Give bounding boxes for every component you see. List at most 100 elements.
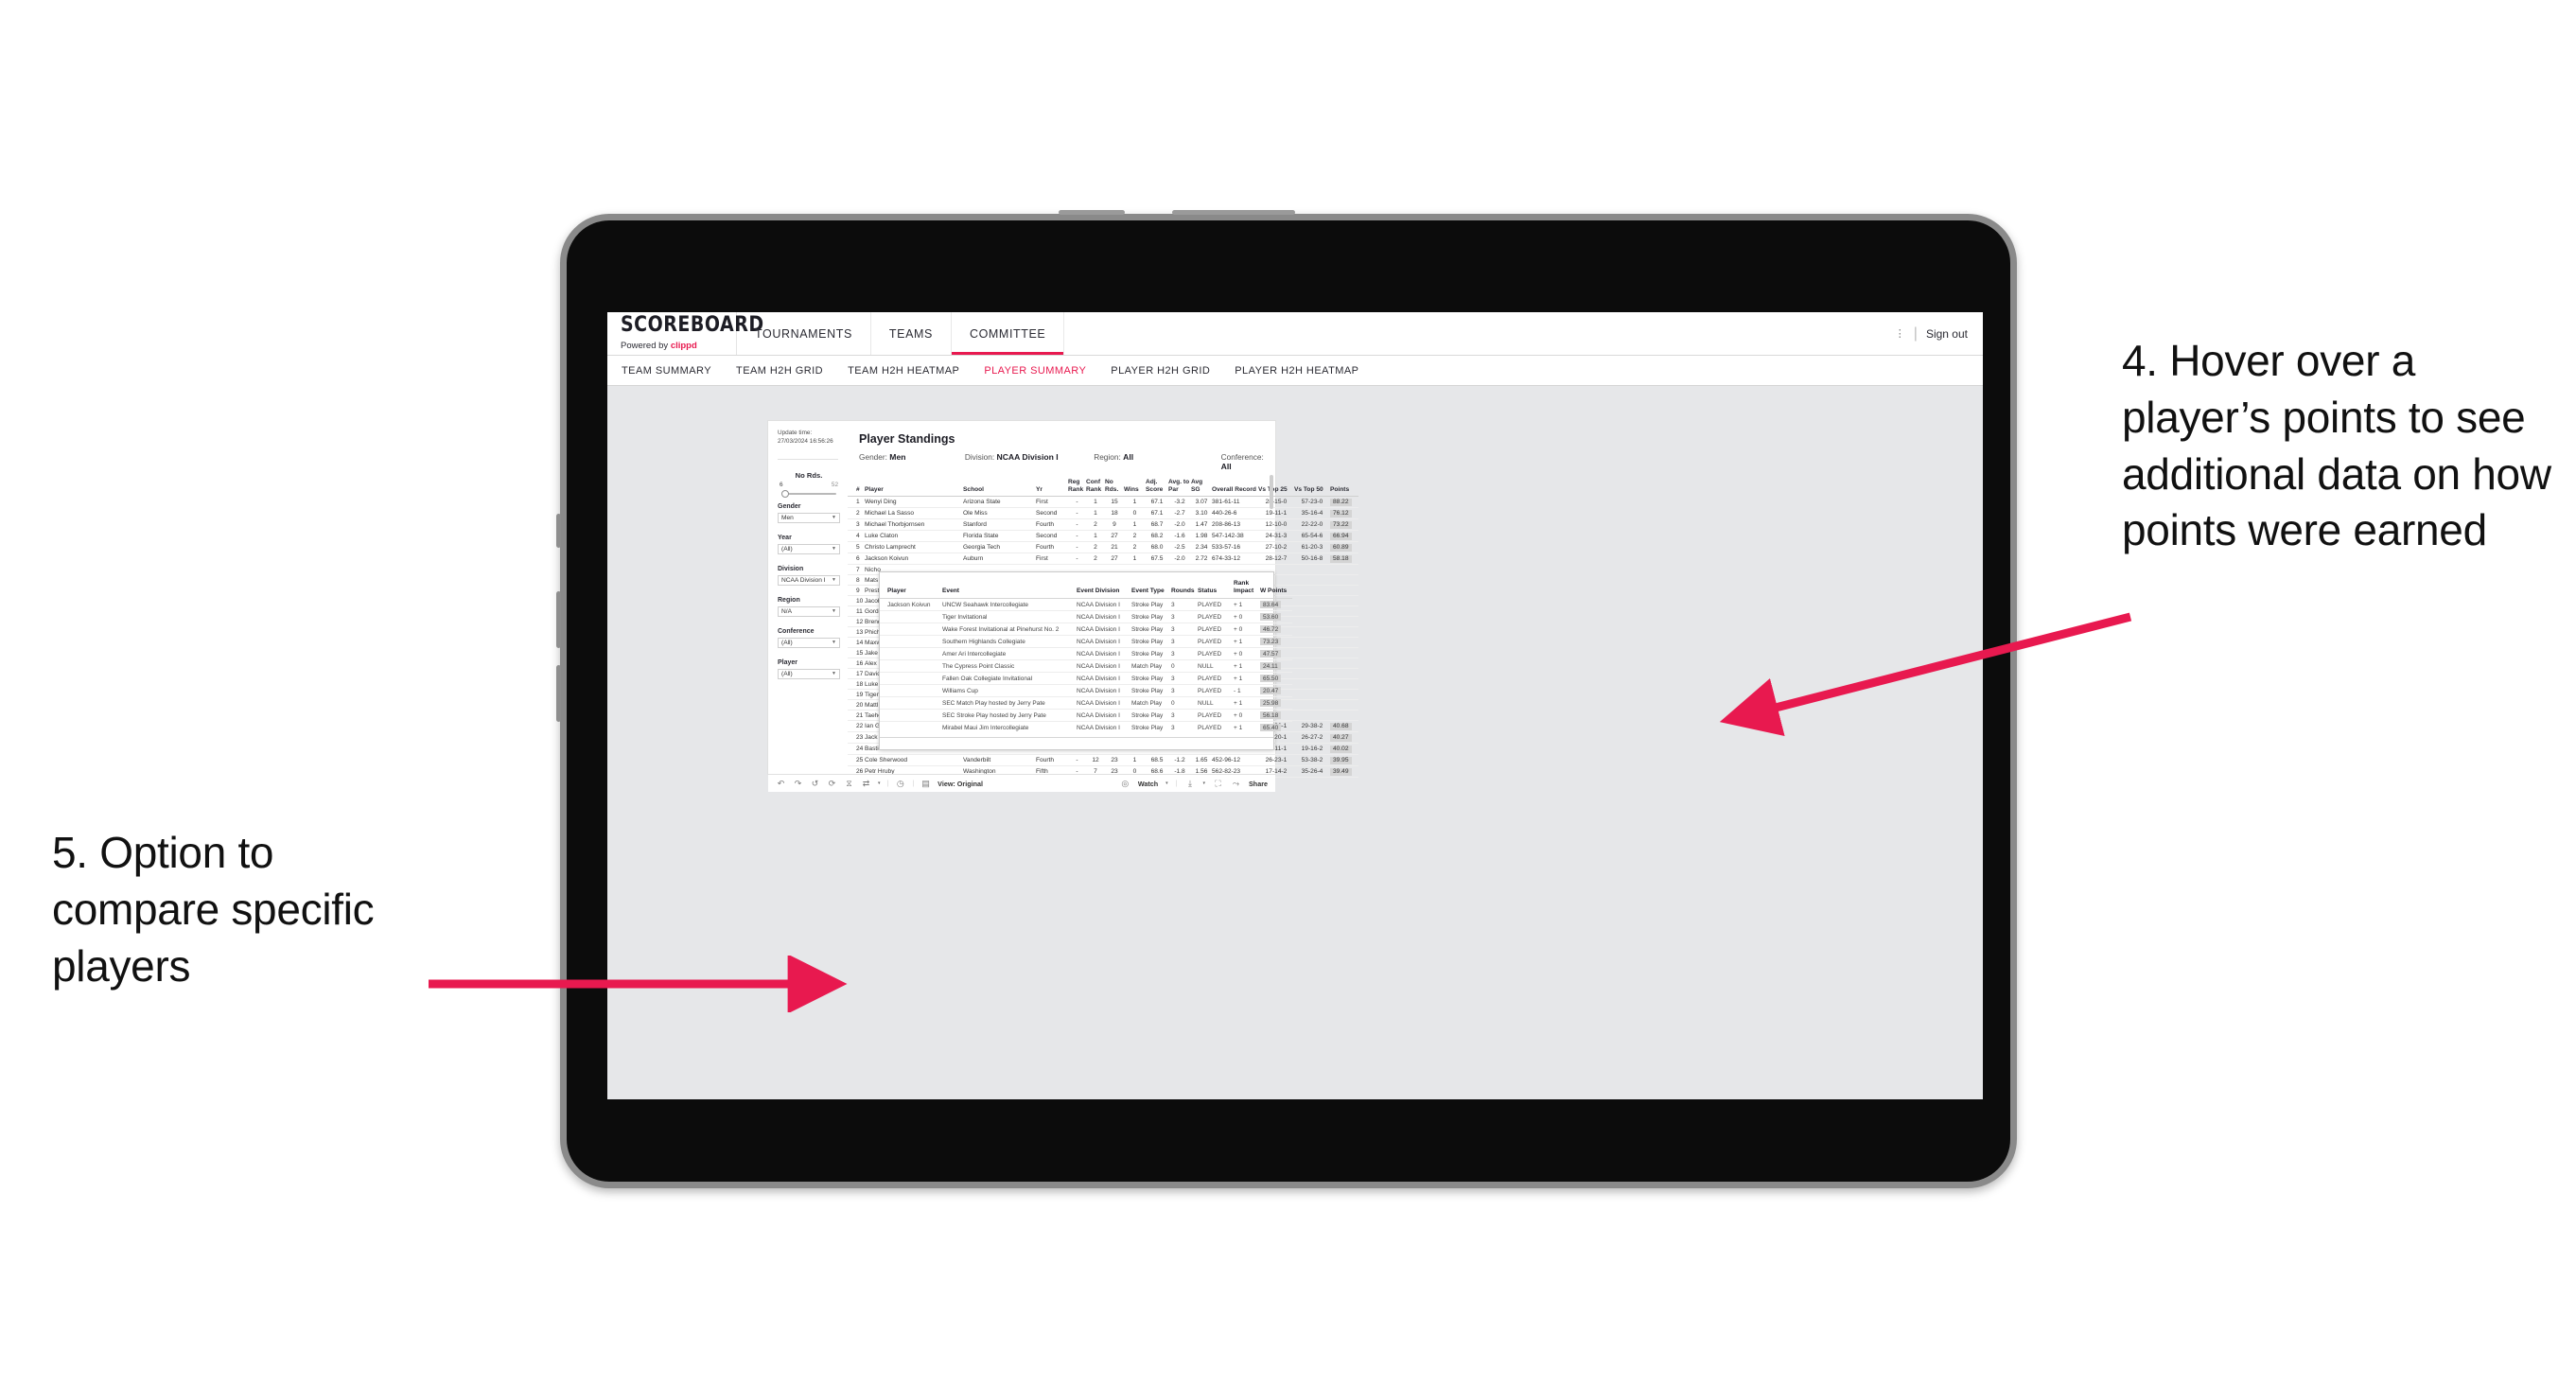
nav-committee[interactable]: COMMITTEE xyxy=(951,312,1065,355)
cell-conf: 2 xyxy=(1086,553,1105,566)
slider-track[interactable] xyxy=(781,489,836,498)
tooltip-cell-event-division: NCAA Division I xyxy=(1077,610,1131,624)
revert-icon[interactable]: ↺ xyxy=(810,779,820,789)
cell-player: Michael Thorbjornsen xyxy=(865,518,963,532)
standings-header-row: # Player School Yr Reg Rank Conf Rank No… xyxy=(848,479,1358,498)
col-wins[interactable]: Wins xyxy=(1124,479,1146,498)
chevron-down-icon[interactable]: ▾ xyxy=(878,781,881,786)
cell-n: 15 xyxy=(848,647,865,659)
points-value[interactable]: 39.95 xyxy=(1330,756,1352,764)
points-value[interactable]: 40.02 xyxy=(1330,745,1352,753)
tab-team-summary[interactable]: TEAM SUMMARY xyxy=(622,365,724,377)
watch-label[interactable]: Watch xyxy=(1138,780,1158,788)
points-value[interactable]: 40.68 xyxy=(1330,722,1352,730)
clock-icon[interactable]: ◷ xyxy=(895,779,905,789)
col-points[interactable]: Points xyxy=(1330,479,1358,498)
filter-gender-select[interactable]: Men ▼ xyxy=(778,512,840,523)
cell-t25: 19-11-1 xyxy=(1258,507,1294,520)
col-rank[interactable]: # xyxy=(848,479,865,498)
tooltip-cell-event: SEC Stroke Play hosted by Jerry Pate xyxy=(942,709,1077,723)
vertical-scrollbar[interactable] xyxy=(1270,475,1273,509)
chevron-down-icon[interactable]: ▾ xyxy=(1203,781,1206,786)
points-value[interactable]: 88.22 xyxy=(1330,498,1352,506)
table-row[interactable]: 4 Luke Claton Florida State Second -1 27 2 68.2… xyxy=(848,530,1358,543)
slider-handle[interactable] xyxy=(781,489,789,498)
col-vs-top-25[interactable]: Vs Top 25 xyxy=(1258,479,1294,498)
nav-teams[interactable]: TEAMS xyxy=(871,312,952,355)
filter-year-select[interactable]: (All) ▼ xyxy=(778,543,840,554)
tab-player-summary[interactable]: PLAYER SUMMARY xyxy=(984,365,1098,377)
table-row[interactable]: 6 Jackson Koivun Auburn First -2 27 1 67.5 -2.0 2… xyxy=(848,553,1358,566)
col-no-rds[interactable]: No Rds. xyxy=(1105,479,1124,498)
tooltip-cell-rank-impact: + 0 xyxy=(1234,623,1260,637)
refresh-icon[interactable]: ⟳ xyxy=(827,779,837,789)
arrow-left-annotation xyxy=(429,956,848,1012)
col-overall-record[interactable]: Overall Record xyxy=(1212,479,1258,498)
watch-icon[interactable]: ◎ xyxy=(1120,779,1130,789)
cell-n: 9 xyxy=(848,585,865,597)
share-icon[interactable]: ⤳ xyxy=(1231,779,1241,789)
col-adj-score[interactable]: Adj. Score xyxy=(1146,479,1168,498)
view-icon[interactable]: ▤ xyxy=(920,779,931,789)
device-button-volume-up xyxy=(556,591,561,648)
cell-player: Luke Claton xyxy=(865,530,963,543)
col-reg-rank[interactable]: Reg Rank xyxy=(1068,479,1086,498)
col-conf-rank[interactable]: Conf Rank xyxy=(1086,479,1105,498)
more-options-icon[interactable]: ⋮ xyxy=(1895,327,1905,340)
brand-logo[interactable]: SCOREBOARD Powered by clippd xyxy=(607,312,763,355)
filter-conference-select[interactable]: (All) ▼ xyxy=(778,637,840,648)
col-avg-sg[interactable]: Avg SG xyxy=(1191,479,1212,498)
cell-t50 xyxy=(1294,710,1330,722)
table-row[interactable]: 2 Michael La Sasso Ole Miss Second -1 18 0 67.1… xyxy=(848,507,1358,520)
tooltip-cell-status: PLAYED xyxy=(1198,684,1234,698)
cell-pts xyxy=(1330,668,1358,680)
tooltip-body: Jackson Koivun UNCW Seahawk Intercollegia… xyxy=(880,598,1292,734)
points-value[interactable]: 73.22 xyxy=(1330,520,1352,529)
sign-out-link[interactable]: Sign out xyxy=(1926,327,1968,341)
tab-team-h2h-grid[interactable]: TEAM H2H GRID xyxy=(736,365,835,377)
points-value[interactable]: 58.18 xyxy=(1330,554,1352,563)
col-player[interactable]: Player xyxy=(865,479,963,498)
points-value[interactable]: 39.49 xyxy=(1330,767,1352,776)
w-points-value: 73.23 xyxy=(1260,638,1282,646)
w-points-value: 24.11 xyxy=(1260,662,1281,671)
filters-divider xyxy=(778,458,838,460)
filter-division-select[interactable]: NCAA Division I ▼ xyxy=(778,574,840,586)
points-value[interactable]: 40.27 xyxy=(1330,733,1352,742)
table-row[interactable]: 1 Wenyi Ding Arizona State First -1 15 1 67.1 -3… xyxy=(848,496,1358,509)
cell-par: -1.2 xyxy=(1168,754,1191,767)
chevron-down-icon[interactable]: ▾ xyxy=(1165,781,1168,786)
nav-tournaments[interactable]: TOURNAMENTS xyxy=(737,312,871,355)
swap-icon[interactable]: ⇄ xyxy=(861,779,871,789)
subtitle-division-value: NCAA Division I xyxy=(996,452,1059,462)
tooltip-cell-rank-impact: + 1 xyxy=(1234,635,1260,649)
filter-region-select[interactable]: N/A ▼ xyxy=(778,605,840,617)
filter-player-select[interactable]: (All) ▼ xyxy=(778,668,840,679)
undo-icon[interactable]: ↶ xyxy=(776,779,786,789)
points-value[interactable]: 66.94 xyxy=(1330,532,1352,540)
tab-team-h2h-heatmap[interactable]: TEAM H2H HEATMAP xyxy=(848,365,972,377)
download-icon[interactable]: ⤓ xyxy=(1185,779,1196,789)
col-yr[interactable]: Yr xyxy=(1036,479,1068,498)
col-avg-par[interactable]: Avg. to Par xyxy=(1168,479,1191,498)
table-row[interactable]: 3 Michael Thorbjornsen Stanford Fourth -2 9 1 6… xyxy=(848,518,1358,532)
table-row[interactable]: 5 Christo Lamprecht Georgia Tech Fourth -2 21… xyxy=(848,541,1358,554)
cell-t50 xyxy=(1294,574,1330,587)
redo-icon[interactable]: ↷ xyxy=(793,779,803,789)
col-school[interactable]: School xyxy=(963,479,1036,498)
fullscreen-icon[interactable]: ⛶ xyxy=(1213,779,1223,789)
view-label[interactable]: View: Original xyxy=(938,780,983,788)
points-value[interactable]: 76.12 xyxy=(1330,509,1352,518)
cell-wins: 1 xyxy=(1124,496,1146,509)
tab-player-h2h-grid[interactable]: PLAYER H2H GRID xyxy=(1111,365,1222,377)
cell-pts: 73.22 xyxy=(1330,518,1358,532)
table-row[interactable]: 25 Cole Sherwood Vanderbilt Fourth -12 23 1 68.… xyxy=(848,754,1358,767)
share-label[interactable]: Share xyxy=(1249,780,1268,788)
no-rounds-slider[interactable]: No Rds. 6 52 xyxy=(778,471,840,498)
subtitle-gender-value: Men xyxy=(889,452,906,462)
pause-icon[interactable]: ⧖ xyxy=(844,779,854,789)
col-vs-top-50[interactable]: Vs Top 50 xyxy=(1294,479,1330,498)
device-button-volume-down xyxy=(556,665,561,722)
tab-player-h2h-heatmap[interactable]: PLAYER H2H HEATMAP xyxy=(1235,365,1371,377)
points-value[interactable]: 60.89 xyxy=(1330,543,1352,552)
